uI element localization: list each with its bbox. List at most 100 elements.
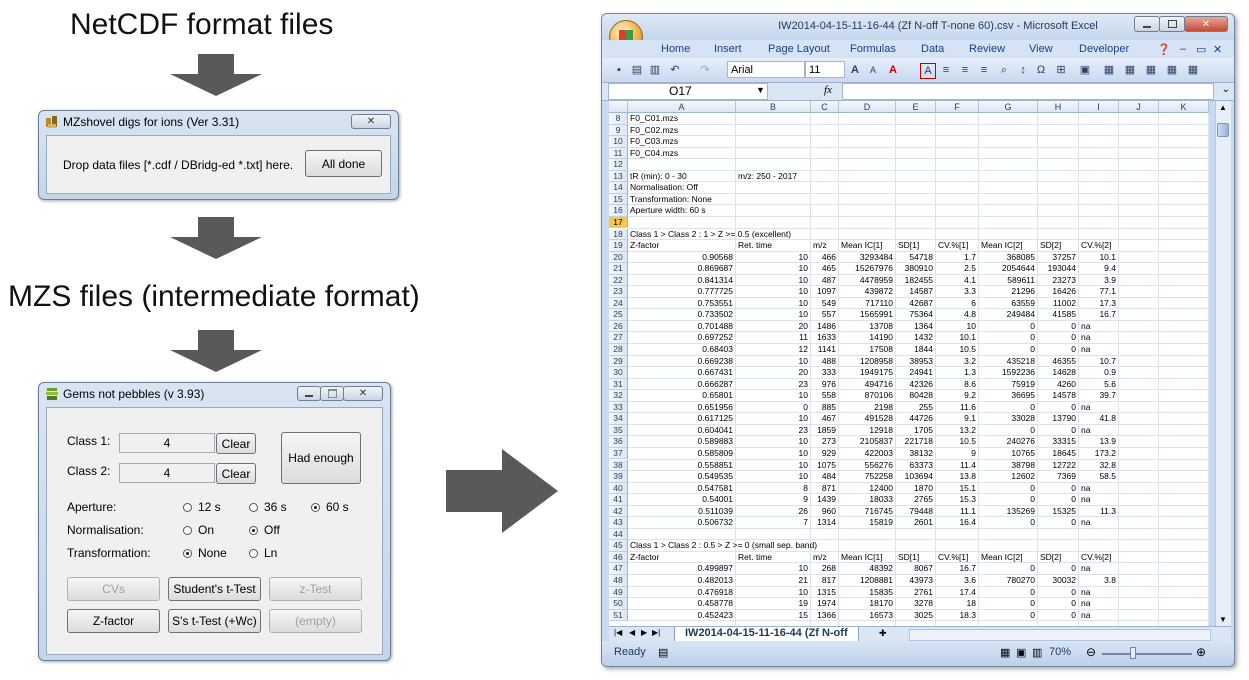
undo-icon[interactable]: ↶: [668, 63, 682, 77]
cell[interactable]: 42687: [896, 298, 933, 310]
tab-developer[interactable]: Developer: [1079, 43, 1129, 55]
column-header[interactable]: K: [1159, 101, 1209, 113]
row-header[interactable]: 22: [609, 274, 628, 287]
row-header[interactable]: 42: [609, 505, 628, 518]
cell[interactable]: 0: [979, 563, 1035, 575]
cell[interactable]: 589611: [979, 275, 1035, 287]
cell[interactable]: 0.452423: [628, 610, 733, 622]
cell[interactable]: 871: [811, 483, 836, 495]
custom-tool-4-icon[interactable]: ▦: [1165, 63, 1179, 77]
cell[interactable]: 80428: [896, 390, 933, 402]
cell[interactable]: 8067: [896, 563, 933, 575]
find-icon[interactable]: ⌕: [997, 63, 1011, 77]
cell[interactable]: 1592236: [979, 367, 1035, 379]
cell[interactable]: 16.7: [936, 563, 976, 575]
cell[interactable]: 0.549535: [628, 471, 733, 483]
transformation-none-radio[interactable]: None: [183, 546, 227, 560]
cell[interactable]: 0: [1038, 483, 1076, 495]
cell[interactable]: Z-factor: [630, 240, 659, 252]
ribbon-restore-icon[interactable]: ▭: [1196, 43, 1206, 56]
cell[interactable]: 1075: [811, 460, 836, 472]
cell[interactable]: 0: [1038, 425, 1076, 437]
cell[interactable]: 960: [811, 506, 836, 518]
row-header[interactable]: 23: [609, 286, 628, 298]
gems-maximize-button[interactable]: [320, 386, 344, 401]
cell[interactable]: CV.%[2]: [1081, 552, 1111, 564]
row-header[interactable]: 37: [609, 447, 628, 460]
cell[interactable]: CV.%[1]: [938, 552, 968, 564]
row-header[interactable]: 26: [609, 320, 628, 333]
row-header[interactable]: 36: [609, 436, 628, 448]
cell[interactable]: 0: [1038, 321, 1076, 333]
transformation-ln-radio[interactable]: Ln: [249, 546, 277, 560]
cell[interactable]: 3278: [896, 598, 933, 610]
cell[interactable]: Class 1 > Class 2 : 0.5 > Z >= 0 (small …: [630, 540, 817, 552]
cell[interactable]: 16426: [1038, 286, 1076, 298]
cell[interactable]: 12602: [979, 471, 1035, 483]
cell[interactable]: 2054644: [979, 263, 1035, 275]
cell[interactable]: Z-factor: [630, 552, 659, 564]
font-size-combo[interactable]: 11: [805, 61, 845, 78]
cell[interactable]: Normalisation: Off: [630, 182, 698, 194]
cell[interactable]: 54718: [896, 252, 933, 264]
cell[interactable]: 1315: [811, 587, 836, 599]
cell[interactable]: 1859: [811, 425, 836, 437]
all-done-button[interactable]: All done: [305, 150, 382, 177]
cell[interactable]: 558: [811, 390, 836, 402]
cell[interactable]: 36695: [979, 390, 1035, 402]
cell[interactable]: 0.651956: [628, 402, 733, 414]
cell[interactable]: F0_C02.mzs: [630, 125, 678, 137]
cell[interactable]: 3025: [896, 610, 933, 622]
cell[interactable]: 10765: [979, 448, 1035, 460]
cell[interactable]: 1097: [811, 286, 836, 298]
cell[interactable]: 3.9: [1079, 275, 1116, 287]
cell[interactable]: 38798: [979, 460, 1035, 472]
cell[interactable]: 10: [736, 471, 808, 483]
cell[interactable]: 39.7: [1079, 390, 1116, 402]
cell[interactable]: 182455: [896, 275, 933, 287]
vertical-scrollbar[interactable]: ▲ ▼: [1215, 101, 1231, 626]
cell[interactable]: 2198: [839, 402, 893, 414]
cell[interactable]: 1432: [896, 332, 933, 344]
cell[interactable]: 9.1: [936, 413, 976, 425]
cell[interactable]: 0: [979, 332, 1035, 344]
tab-formulas[interactable]: Formulas: [850, 43, 896, 55]
cell[interactable]: 1974: [811, 598, 836, 610]
row-header[interactable]: 40: [609, 482, 628, 495]
column-header[interactable]: E: [896, 101, 936, 113]
cell[interactable]: 1208958: [839, 356, 893, 368]
cell[interactable]: 0: [979, 321, 1035, 333]
select-all-corner[interactable]: [609, 101, 628, 113]
cell[interactable]: 268: [811, 563, 836, 575]
cell[interactable]: CV.%[2]: [1081, 240, 1111, 252]
cell[interactable]: 10: [736, 298, 808, 310]
cell[interactable]: 75364: [896, 309, 933, 321]
align-left-icon[interactable]: ≡: [939, 63, 953, 77]
custom-tool-2-icon[interactable]: ▦: [1123, 63, 1137, 77]
row-header[interactable]: 39: [609, 471, 628, 483]
cell[interactable]: 435218: [979, 356, 1035, 368]
cell[interactable]: 9: [936, 448, 976, 460]
cell[interactable]: 0.869687: [628, 263, 733, 275]
cell[interactable]: 549: [811, 298, 836, 310]
cell[interactable]: 19: [736, 598, 808, 610]
font-color-icon[interactable]: A: [886, 63, 900, 77]
cell[interactable]: 10: [736, 413, 808, 425]
tab-page-layout[interactable]: Page Layout: [768, 43, 830, 55]
cell[interactable]: 0.666287: [628, 379, 733, 391]
cell[interactable]: 0: [1038, 344, 1076, 356]
cell[interactable]: 780270: [979, 575, 1035, 587]
cvs-button[interactable]: CVs: [67, 577, 160, 601]
row-header[interactable]: 8: [609, 113, 628, 125]
cell[interactable]: 488: [811, 356, 836, 368]
cell[interactable]: 15819: [839, 517, 893, 529]
cell[interactable]: 1439: [811, 494, 836, 506]
horizontal-scrollbar[interactable]: [909, 629, 1211, 641]
cell[interactable]: 1141: [811, 344, 836, 356]
cell[interactable]: 0.667431: [628, 367, 733, 379]
cell[interactable]: 0: [736, 402, 808, 414]
cell[interactable]: 976: [811, 379, 836, 391]
cell[interactable]: 11.4: [936, 460, 976, 472]
cell[interactable]: 1.7: [936, 252, 976, 264]
cell[interactable]: 870106: [839, 390, 893, 402]
